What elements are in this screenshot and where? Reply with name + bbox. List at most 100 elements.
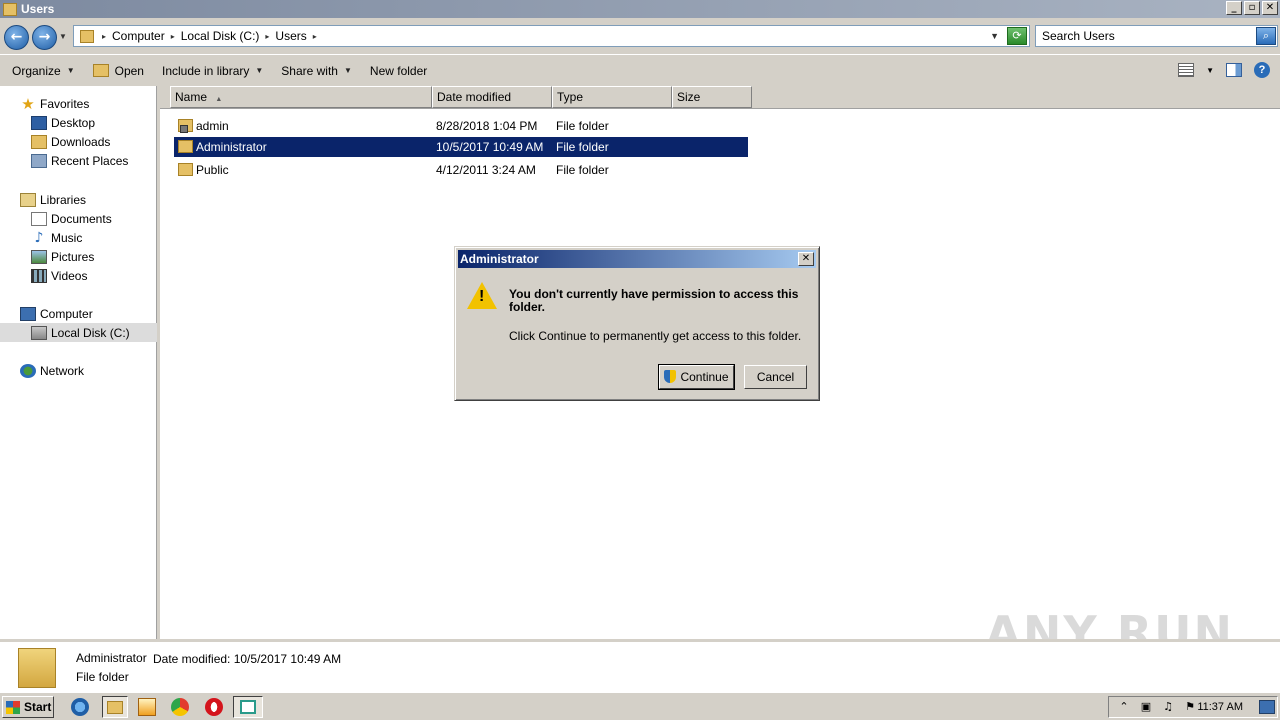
app-taskbar-button[interactable] [233, 696, 263, 718]
breadcrumb-arrow-icon[interactable]: ▸ [102, 32, 106, 41]
nav-documents[interactable]: Documents [0, 209, 157, 228]
dialog-title: Administrator [460, 252, 539, 266]
column-type-label: Type [557, 90, 584, 104]
nav-music-label: Music [51, 230, 83, 245]
breadcrumb-users[interactable]: Users [275, 29, 306, 43]
open-folder-icon [92, 64, 109, 77]
large-folder-icon [18, 648, 56, 688]
nav-downloads[interactable]: Downloads [0, 132, 157, 151]
command-bar: Organize ▼ Open Include in library ▼ Sha… [0, 54, 1280, 86]
nav-pictures-label: Pictures [51, 249, 95, 264]
change-view-icon[interactable] [1178, 63, 1195, 77]
local-disk-icon [31, 325, 47, 340]
column-header-date[interactable]: Date modified [432, 86, 552, 108]
clock[interactable]: 11:37 AM [1197, 701, 1243, 713]
folder-icon [178, 163, 193, 176]
action-center-flag-icon[interactable]: ⚑ [1183, 700, 1197, 714]
folder-icon [3, 2, 17, 16]
dialog-titlebar[interactable]: Administrator ✕ [458, 250, 816, 268]
include-in-library-label: Include in library [161, 63, 250, 78]
preview-pane-icon[interactable] [1226, 63, 1242, 77]
close-button[interactable]: ✕ [1262, 1, 1278, 15]
warning-icon [467, 282, 497, 309]
network-icon [20, 363, 36, 378]
file-type: File folder [556, 140, 609, 154]
chevron-down-icon: ▼ [343, 66, 352, 75]
chevron-down-icon: ▼ [66, 66, 75, 75]
open-label: Open [114, 63, 144, 78]
star-icon: ★ [21, 94, 35, 113]
continue-button[interactable]: Continue [658, 364, 735, 390]
nav-music[interactable]: ♪ Music [0, 228, 157, 247]
restore-button[interactable]: ▫ [1244, 1, 1260, 15]
column-header-size[interactable]: Size [672, 86, 752, 108]
refresh-icon[interactable]: ⟳ [1007, 27, 1027, 45]
volume-icon[interactable]: ♫ [1161, 700, 1175, 714]
window-titlebar[interactable]: Users _ ▫ ✕ [0, 0, 1280, 18]
taskbar: Start ⌃ ▣ ♫ ⚑ 11:37 AM [0, 692, 1280, 720]
file-row[interactable]: Public 4/12/2011 3:24 AM File folder [174, 160, 748, 180]
computer-icon [20, 306, 36, 321]
column-header-name[interactable]: Name ▲ [170, 86, 432, 108]
open-button[interactable]: Open [92, 63, 144, 78]
address-dropdown-icon[interactable]: ▼ [990, 31, 999, 41]
show-hidden-icons-icon[interactable]: ⌃ [1117, 700, 1131, 714]
nav-libraries-label: Libraries [40, 192, 87, 207]
dialog-message: You don't currently have permission to a… [509, 287, 799, 314]
address-box[interactable]: ▸ Computer ▸ Local Disk (C:) ▸ Users ▸ ▼… [73, 25, 1030, 47]
media-player-icon[interactable] [138, 698, 156, 716]
cancel-button[interactable]: Cancel [744, 365, 807, 389]
opera-icon[interactable] [205, 698, 223, 716]
dialog-close-button[interactable]: ✕ [798, 252, 814, 266]
nav-favorites[interactable]: ★ Favorites [0, 94, 157, 113]
sort-ascending-icon: ▲ [215, 96, 223, 103]
back-button[interactable]: ← [4, 25, 29, 50]
share-with-button[interactable]: Share with ▼ [281, 64, 352, 78]
nav-documents-label: Documents [51, 211, 112, 226]
view-dropdown-icon[interactable]: ▼ [1206, 66, 1214, 75]
chrome-icon[interactable] [171, 698, 189, 716]
recent-pages-dropdown[interactable]: ▼ [59, 32, 67, 41]
organize-label: Organize [12, 63, 61, 78]
minimize-button[interactable]: _ [1226, 1, 1242, 15]
nav-network[interactable]: Network [0, 361, 157, 380]
nav-videos[interactable]: Videos [0, 266, 157, 285]
breadcrumb-computer[interactable]: Computer [112, 29, 165, 43]
search-icon[interactable]: ⌕ [1256, 27, 1276, 45]
downloads-folder-icon [31, 134, 47, 149]
help-icon[interactable]: ? [1254, 62, 1270, 78]
nav-desktop[interactable]: Desktop [0, 113, 157, 132]
nav-pictures[interactable]: Pictures [0, 247, 157, 266]
organize-button[interactable]: Organize ▼ [12, 64, 75, 78]
file-name: admin [196, 119, 229, 133]
new-folder-label: New folder [369, 63, 428, 78]
search-input[interactable]: Search Users ⌕ [1035, 25, 1278, 47]
breadcrumb-arrow-icon[interactable]: ▸ [171, 32, 175, 41]
search-placeholder: Search Users [1042, 29, 1115, 43]
network-tray-icon[interactable]: ▣ [1139, 700, 1153, 714]
nav-recent-places[interactable]: Recent Places [0, 151, 157, 170]
breadcrumb-arrow-icon[interactable]: ▸ [265, 32, 269, 41]
music-icon: ♪ [34, 229, 44, 246]
nav-local-disk[interactable]: Local Disk (C:) [0, 323, 157, 342]
include-in-library-button[interactable]: Include in library ▼ [162, 64, 263, 78]
address-bar-area: ← → ▼ ▸ Computer ▸ Local Disk (C:) ▸ Use… [0, 18, 1280, 54]
new-folder-button[interactable]: New folder [370, 64, 427, 78]
nav-recent-places-label: Recent Places [51, 153, 129, 168]
breadcrumb-arrow-icon[interactable]: ▸ [313, 32, 317, 41]
file-row-selected[interactable]: Administrator 10/5/2017 10:49 AM File fo… [174, 137, 748, 157]
internet-explorer-icon[interactable] [71, 698, 89, 716]
breadcrumb-local-disk[interactable]: Local Disk (C:) [181, 29, 260, 43]
column-header-type[interactable]: Type [552, 86, 672, 108]
nav-favorites-label: Favorites [40, 96, 90, 111]
nav-libraries[interactable]: Libraries [0, 190, 157, 209]
nav-computer[interactable]: Computer [0, 304, 157, 323]
navigation-pane: ★ Favorites Desktop Downloads Recent Pla… [0, 86, 157, 639]
forward-button[interactable]: → [32, 25, 57, 50]
start-button[interactable]: Start [2, 696, 54, 718]
show-desktop-icon[interactable] [1259, 700, 1275, 714]
windows-logo-icon [6, 700, 20, 714]
explorer-taskbar-button[interactable] [102, 696, 128, 718]
start-label: Start [24, 700, 52, 714]
file-row[interactable]: admin 8/28/2018 1:04 PM File folder [174, 116, 748, 136]
